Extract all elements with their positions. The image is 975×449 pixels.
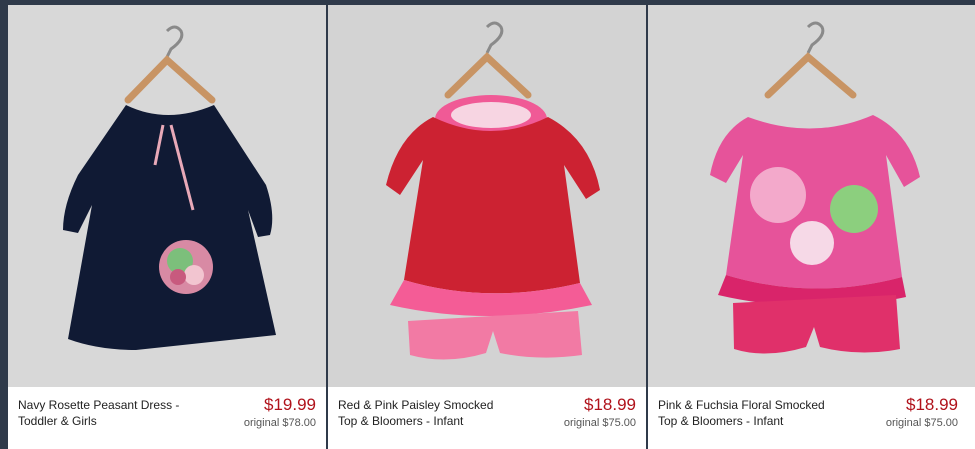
product-image-red-paisley[interactable] [328, 5, 646, 387]
product-title-line1: Pink & Fuchsia Floral Smocked [658, 398, 825, 412]
outfit-illustration [648, 5, 975, 387]
product-image-pink-floral[interactable] [648, 5, 975, 387]
product-info: Red & Pink Paisley Smocked Top & Bloomer… [328, 387, 646, 449]
product-title-line1: Red & Pink Paisley Smocked [338, 398, 494, 412]
product-title-line2: Top & Bloomers - Infant [658, 414, 784, 428]
product-title[interactable]: Pink & Fuchsia Floral Smocked Top & Bloo… [658, 397, 848, 429]
product-title[interactable]: Red & Pink Paisley Smocked Top & Bloomer… [338, 397, 528, 429]
product-original-price: original $75.00 [563, 417, 636, 429]
product-price: $18.99 [584, 395, 636, 414]
product-grid: Navy Rosette Peasant Dress - Toddler & G… [8, 5, 975, 449]
outfit-illustration [328, 5, 646, 387]
product-info: Pink & Fuchsia Floral Smocked Top & Bloo… [648, 387, 975, 449]
product-info: Navy Rosette Peasant Dress - Toddler & G… [8, 387, 326, 449]
product-card[interactable]: Navy Rosette Peasant Dress - Toddler & G… [8, 5, 326, 449]
product-price: $19.99 [264, 395, 316, 414]
product-title-line2: Top & Bloomers - Infant [338, 414, 464, 428]
product-title-line1: Navy Rosette Peasant Dress - [18, 398, 180, 412]
product-card[interactable]: Red & Pink Paisley Smocked Top & Bloomer… [328, 5, 646, 449]
product-original-price: original $78.00 [243, 417, 316, 429]
product-title-line2: Toddler & Girls [18, 414, 97, 428]
product-price: $18.99 [906, 395, 958, 414]
product-image-navy-dress[interactable] [8, 5, 326, 387]
product-card[interactable]: Pink & Fuchsia Floral Smocked Top & Bloo… [648, 5, 975, 449]
product-title[interactable]: Navy Rosette Peasant Dress - Toddler & G… [18, 397, 208, 429]
dress-illustration [8, 5, 326, 387]
product-original-price: original $75.00 [885, 417, 958, 429]
